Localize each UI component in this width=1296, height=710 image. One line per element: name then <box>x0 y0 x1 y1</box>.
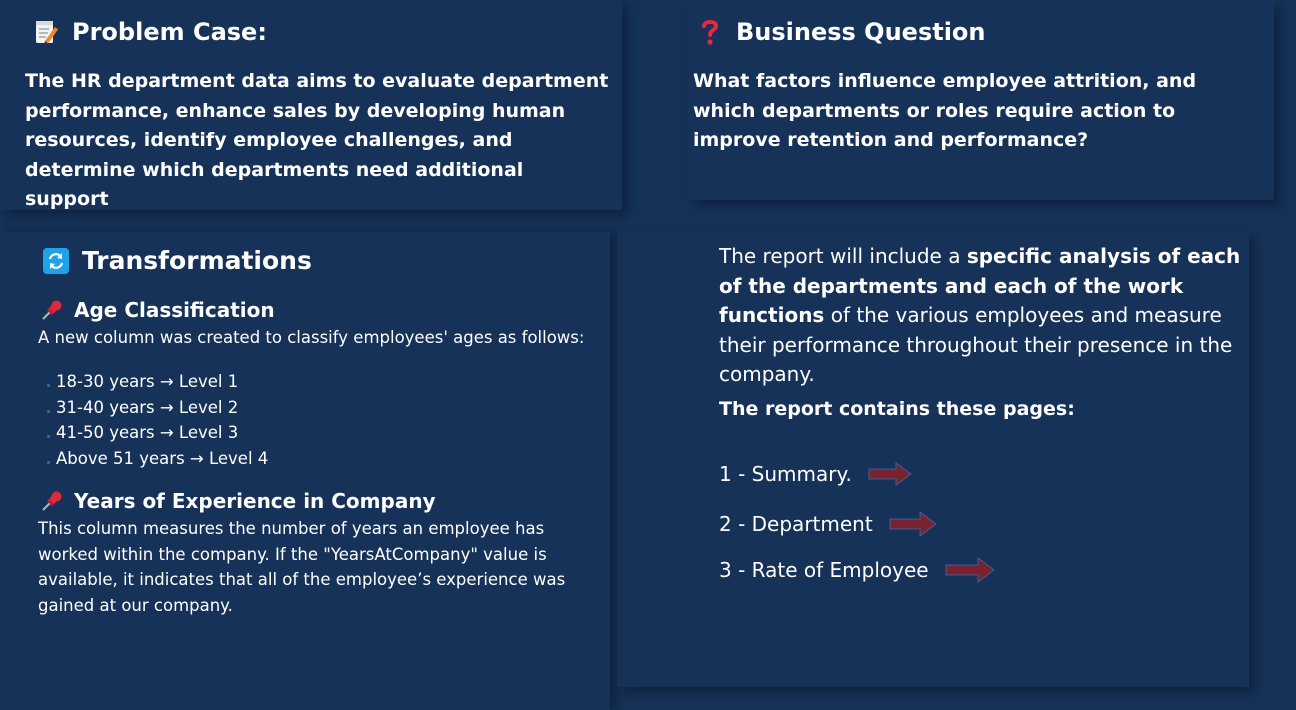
arrow-right-icon <box>868 462 912 486</box>
problem-case-title: Problem Case: <box>72 18 267 46</box>
report-intro-part-1: The report will include a <box>719 244 967 268</box>
list-item: 41-50 years → Level 3 <box>38 420 268 446</box>
years-experience-header: Years of Experience in Company <box>40 489 436 513</box>
list-item: 31-40 years → Level 2 <box>38 395 268 421</box>
pushpin-icon <box>40 489 64 513</box>
report-intro: The report will include a specific analy… <box>719 242 1249 390</box>
age-classification-header: Age Classification <box>40 298 275 322</box>
page-item-label: 3 - Rate of Employee <box>719 558 929 582</box>
transformations-card: Transformations Age Classification A new… <box>0 232 610 710</box>
years-experience-text: This column measures the number of years… <box>38 519 566 615</box>
business-question-text: What factors influence employee attritio… <box>693 70 1197 151</box>
years-experience-title: Years of Experience in Company <box>74 489 436 513</box>
memo-icon <box>32 18 60 46</box>
business-question-title: Business Question <box>736 18 986 46</box>
refresh-icon <box>42 247 70 275</box>
business-question-card: Business Question What factors influence… <box>688 0 1274 200</box>
question-mark-icon <box>696 18 724 46</box>
report-page-link-department[interactable]: 2 - Department <box>719 511 937 537</box>
page-item-label: 1 - Summary. <box>719 462 852 486</box>
pushpin-icon <box>40 298 64 322</box>
report-overview-card: The report will include a specific analy… <box>617 232 1249 687</box>
transformations-title: Transformations <box>82 246 312 275</box>
problem-case-header: Problem Case: <box>32 18 267 46</box>
business-question-header: Business Question <box>696 18 986 46</box>
page-item-label: 2 - Department <box>719 512 873 536</box>
age-classification-title: Age Classification <box>74 298 275 322</box>
arrow-right-icon <box>889 511 937 537</box>
report-page-link-summary[interactable]: 1 - Summary. <box>719 462 912 486</box>
report-page-link-rate-of-employee[interactable]: 3 - Rate of Employee <box>719 557 995 583</box>
arrow-right-icon <box>945 557 995 583</box>
report-pages-heading: The report contains these pages: <box>719 398 1075 420</box>
list-item: 18-30 years → Level 1 <box>38 369 268 395</box>
transformations-header: Transformations <box>42 246 312 275</box>
age-levels-list: 18-30 years → Level 1 31-40 years → Leve… <box>38 369 268 471</box>
problem-case-text: The HR department data aims to evaluate … <box>25 70 609 210</box>
list-item: Above 51 years → Level 4 <box>38 446 268 472</box>
problem-case-card: Problem Case: The HR department data aim… <box>0 0 622 210</box>
age-classification-intro: A new column was created to classify emp… <box>38 328 585 347</box>
